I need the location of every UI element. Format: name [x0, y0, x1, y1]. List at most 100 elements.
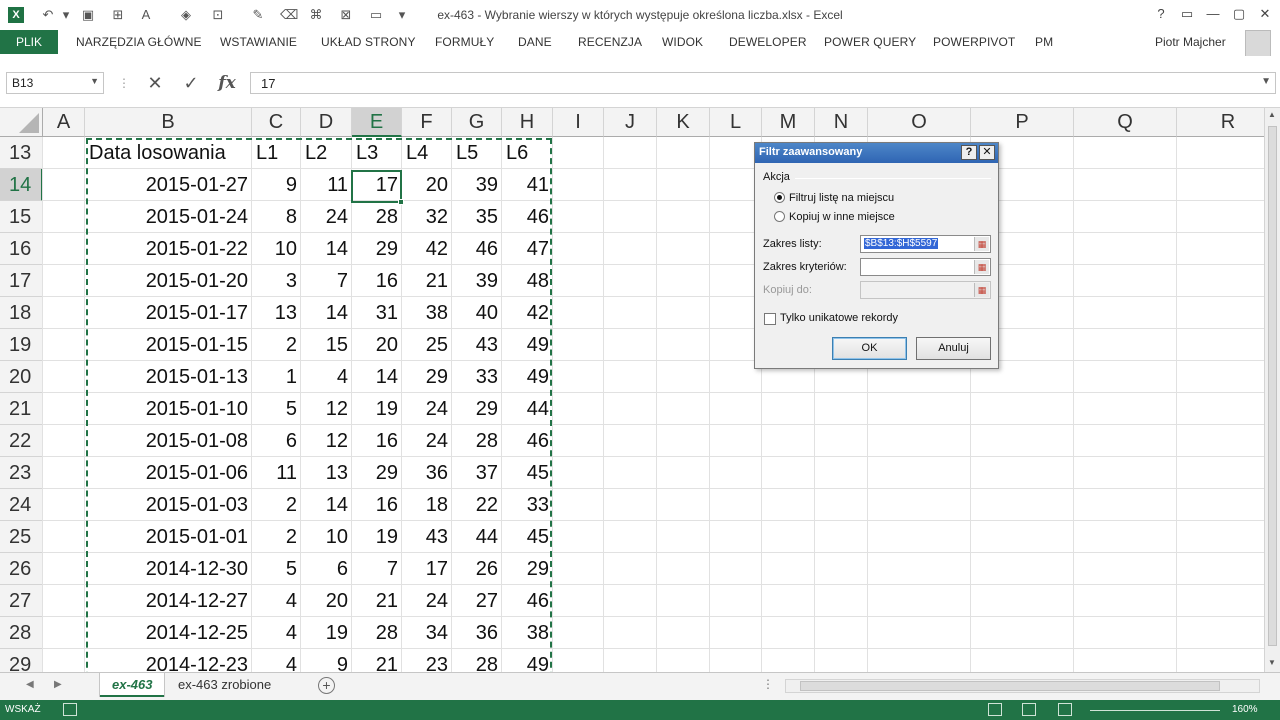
number-cell[interactable]: 41 — [502, 169, 553, 201]
number-cell[interactable]: 4 — [301, 361, 352, 393]
tab-view[interactable]: WIDOK — [662, 35, 703, 49]
row-header-25[interactable]: 25 — [0, 521, 43, 553]
number-cell[interactable]: 8 — [252, 201, 301, 233]
column-header-m[interactable]: M — [762, 108, 815, 137]
number-cell[interactable]: 48 — [502, 265, 553, 297]
number-cell[interactable]: 20 — [301, 585, 352, 617]
number-cell[interactable]: 34 — [402, 617, 452, 649]
date-cell[interactable]: 2015-01-20 — [85, 265, 252, 297]
number-cell[interactable]: 24 — [301, 201, 352, 233]
cancel-entry-icon[interactable]: ✕ — [142, 72, 168, 94]
number-cell[interactable]: 14 — [301, 233, 352, 265]
tab-page-layout[interactable]: UKŁAD STRONY — [321, 35, 416, 49]
number-cell[interactable]: 33 — [502, 489, 553, 521]
zoom-slider[interactable] — [1090, 710, 1220, 711]
date-cell[interactable]: 2015-01-22 — [85, 233, 252, 265]
number-cell[interactable]: 12 — [301, 393, 352, 425]
sheet-nav-next-icon[interactable]: ▶ — [54, 679, 62, 690]
horizontal-scroll-thumb[interactable] — [800, 681, 1220, 691]
number-cell[interactable]: 27 — [452, 585, 502, 617]
number-cell[interactable]: 13 — [252, 297, 301, 329]
copy-elsewhere-radio[interactable] — [774, 211, 785, 222]
row-header-19[interactable]: 19 — [0, 329, 43, 361]
number-cell[interactable]: 20 — [402, 169, 452, 201]
sheet-tab-ex-463-zrobione[interactable]: ex-463 zrobione — [166, 673, 283, 697]
number-cell[interactable]: 43 — [402, 521, 452, 553]
number-cell[interactable]: 24 — [402, 393, 452, 425]
number-cell[interactable]: 28 — [352, 617, 402, 649]
number-cell[interactable]: 38 — [402, 297, 452, 329]
number-cell[interactable]: 36 — [452, 617, 502, 649]
number-cell[interactable]: 26 — [452, 553, 502, 585]
number-cell[interactable]: 18 — [402, 489, 452, 521]
table-header-cell[interactable]: L4 — [402, 137, 452, 169]
date-cell[interactable]: 2015-01-03 — [85, 489, 252, 521]
column-header-j[interactable]: J — [604, 108, 657, 137]
chevron-down-icon[interactable]: ▼ — [90, 76, 99, 86]
tab-insert[interactable]: WSTAWIANIE — [220, 35, 297, 49]
filter-in-place-label[interactable]: Filtruj listę na miejscu — [789, 192, 894, 204]
row-header-14[interactable]: 14 — [0, 169, 43, 201]
number-cell[interactable]: 49 — [502, 329, 553, 361]
row-header-16[interactable]: 16 — [0, 233, 43, 265]
number-cell[interactable]: 6 — [301, 553, 352, 585]
number-cell[interactable]: 21 — [352, 649, 402, 672]
column-header-l[interactable]: L — [710, 108, 762, 137]
unique-records-label[interactable]: Tylko unikatowe rekordy — [780, 312, 898, 324]
vertical-scrollbar[interactable]: ▲ ▼ — [1264, 108, 1280, 672]
number-cell[interactable]: 10 — [252, 233, 301, 265]
scroll-down-icon[interactable]: ▼ — [1268, 658, 1276, 667]
help-icon[interactable]: ? — [1148, 4, 1174, 24]
number-cell[interactable]: 9 — [301, 649, 352, 672]
number-cell[interactable]: 29 — [452, 393, 502, 425]
insert-function-icon[interactable]: fx — [214, 72, 240, 94]
tab-file[interactable]: PLIK — [0, 30, 58, 54]
number-cell[interactable]: 14 — [352, 361, 402, 393]
table-header-cell[interactable]: L5 — [452, 137, 502, 169]
number-cell[interactable]: 19 — [352, 393, 402, 425]
page-break-view-icon[interactable] — [1058, 703, 1072, 716]
horizontal-scrollbar[interactable] — [785, 679, 1260, 693]
tab-developer[interactable]: DEWELOPER — [729, 35, 807, 49]
number-cell[interactable]: 42 — [502, 297, 553, 329]
number-cell[interactable]: 28 — [452, 425, 502, 457]
date-cell[interactable]: 2014-12-25 — [85, 617, 252, 649]
column-header-b[interactable]: B — [85, 108, 252, 137]
column-header-c[interactable]: C — [252, 108, 301, 137]
number-cell[interactable]: 32 — [402, 201, 452, 233]
number-cell[interactable]: 37 — [452, 457, 502, 489]
number-cell[interactable]: 23 — [402, 649, 452, 672]
select-all-button[interactable] — [0, 108, 43, 137]
expand-formula-bar-icon[interactable]: ▼ — [1261, 76, 1271, 87]
unique-records-checkbox[interactable] — [764, 313, 776, 325]
date-cell[interactable]: 2015-01-13 — [85, 361, 252, 393]
number-cell[interactable]: 29 — [402, 361, 452, 393]
row-header-24[interactable]: 24 — [0, 489, 43, 521]
add-sheet-icon[interactable]: + — [318, 677, 335, 694]
tab-split-handle-icon[interactable]: ⋮ — [762, 677, 774, 691]
date-cell[interactable]: 2015-01-06 — [85, 457, 252, 489]
number-cell[interactable]: 16 — [352, 489, 402, 521]
copy-elsewhere-label[interactable]: Kopiuj w inne miejsce — [789, 211, 895, 223]
table-header-cell[interactable]: L6 — [502, 137, 553, 169]
macro-record-icon[interactable] — [63, 703, 77, 716]
number-cell[interactable]: 3 — [252, 265, 301, 297]
number-cell[interactable]: 45 — [502, 457, 553, 489]
number-cell[interactable]: 39 — [452, 265, 502, 297]
vertical-scroll-thumb[interactable] — [1268, 126, 1277, 646]
number-cell[interactable]: 49 — [502, 649, 553, 672]
number-cell[interactable]: 11 — [301, 169, 352, 201]
number-cell[interactable]: 12 — [301, 425, 352, 457]
date-cell[interactable]: 2015-01-17 — [85, 297, 252, 329]
tab-powerpivot[interactable]: POWERPIVOT — [933, 35, 1015, 49]
row-header-28[interactable]: 28 — [0, 617, 43, 649]
number-cell[interactable]: 5 — [252, 393, 301, 425]
dialog-title-bar[interactable]: Filtr zaawansowany ? ✕ — [755, 143, 998, 163]
date-cell[interactable]: 2015-01-10 — [85, 393, 252, 425]
row-header-27[interactable]: 27 — [0, 585, 43, 617]
number-cell[interactable]: 39 — [452, 169, 502, 201]
number-cell[interactable]: 44 — [502, 393, 553, 425]
column-header-h[interactable]: H — [502, 108, 553, 137]
number-cell[interactable]: 4 — [252, 585, 301, 617]
number-cell[interactable]: 49 — [502, 361, 553, 393]
